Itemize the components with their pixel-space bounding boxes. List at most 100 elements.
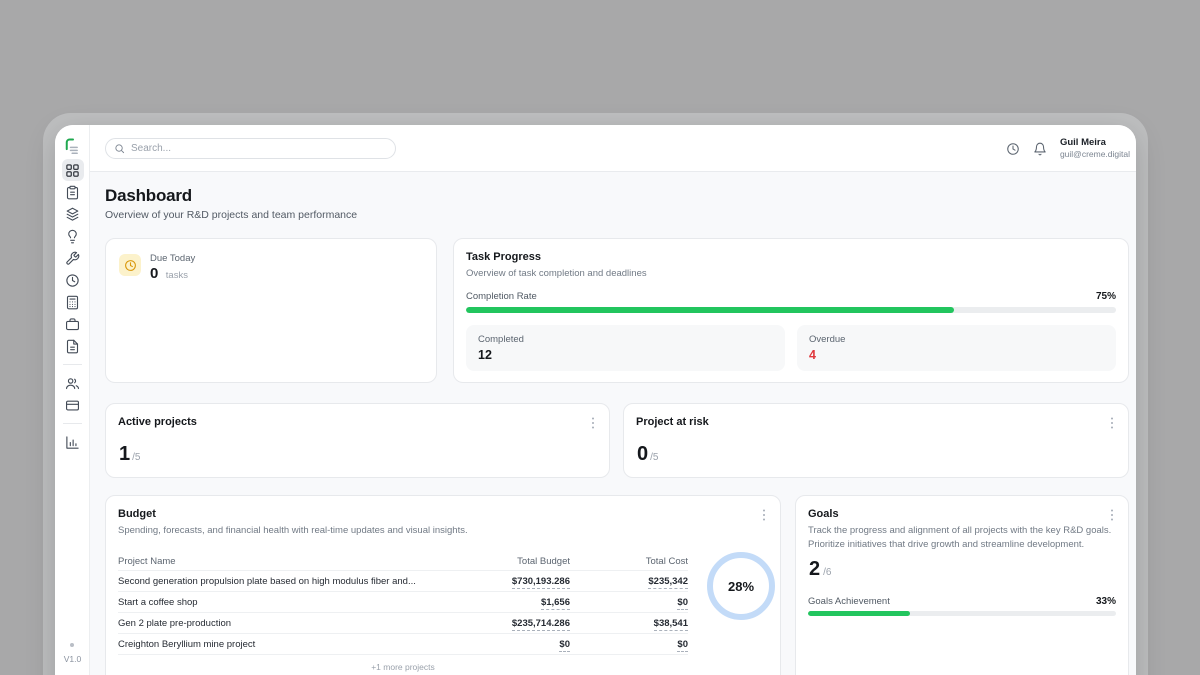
cost-value-link[interactable]: $38,541 (654, 618, 688, 631)
budget-value-link[interactable]: $0 (559, 639, 570, 652)
due-clock-icon (119, 254, 141, 276)
main-content: Dashboard Overview of your R&D projects … (90, 172, 1136, 675)
cost-value-link[interactable]: $235,342 (648, 576, 688, 589)
completed-label: Completed (478, 334, 773, 345)
task-progress-card: Task Progress Overview of task completio… (453, 238, 1129, 383)
sidebar-item-dashboard[interactable] (62, 159, 84, 181)
sidebar-item-tasks[interactable] (62, 181, 84, 203)
sidebar-item-portfolio[interactable] (62, 313, 84, 335)
team-icon (65, 376, 80, 391)
budget-table: Project Name Total Budget Total Cost Sec… (118, 552, 688, 672)
more-projects-link[interactable]: +1 more projects (118, 662, 688, 672)
project-name: Creighton Beryllium mine project (118, 639, 442, 650)
sidebar-divider (63, 364, 82, 365)
active-projects-menu-icon[interactable] (588, 416, 598, 430)
sidebar-item-time[interactable] (62, 269, 84, 291)
wrench-icon (65, 251, 80, 266)
cost-value-link[interactable]: $0 (677, 639, 688, 652)
col-project-name: Project Name (118, 556, 442, 567)
creme-logo-icon (63, 137, 83, 157)
sidebar-item-billing[interactable] (62, 394, 84, 416)
budget-table-header: Project Name Total Budget Total Cost (118, 552, 688, 571)
overdue-value: 4 (809, 348, 1104, 362)
document-icon (65, 339, 80, 354)
sidebar-item-reports[interactable] (62, 431, 84, 453)
sidebar-item-team[interactable] (62, 372, 84, 394)
table-row: Start a coffee shop $1,656 $0 (118, 592, 688, 613)
budget-ratio-value: 28% (728, 579, 754, 594)
search-input[interactable] (131, 143, 387, 154)
user-email: guil@creme.digital (1060, 149, 1130, 160)
status-dot (70, 643, 74, 647)
completion-rate-row: Completion Rate 75% (466, 291, 1116, 302)
active-projects-value: 1 (119, 443, 130, 466)
task-stats-row: Completed 12 Overdue 4 (466, 325, 1116, 371)
app-version: V1.0 (55, 654, 90, 664)
project-name: Gen 2 plate pre-production (118, 618, 442, 629)
goals-count: 2 /6 (809, 558, 831, 581)
budget-value-link[interactable]: $730,193.286 (512, 576, 570, 589)
project-at-risk-total: /5 (650, 452, 658, 463)
sidebar-item-tools[interactable] (62, 247, 84, 269)
lightbulb-icon (65, 229, 80, 244)
dashboard-grid-icon (65, 163, 80, 178)
search-box[interactable] (105, 138, 396, 159)
sidebar-item-calculator[interactable] (62, 291, 84, 313)
budget-value-link[interactable]: $1,656 (541, 597, 570, 610)
goals-achievement-row: Goals Achievement 33% (808, 596, 1116, 607)
task-progress-head: Task Progress Overview of task completio… (466, 251, 1116, 281)
project-at-risk-title: Project at risk (636, 416, 1116, 428)
project-at-risk-count: 0 /5 (637, 443, 658, 466)
task-progress-subtitle: Overview of task completion and deadline… (466, 267, 1116, 281)
search-icon (114, 143, 125, 154)
calculator-icon (65, 295, 80, 310)
billing-card-icon (65, 398, 80, 413)
budget-card: Budget Spending, forecasts, and financia… (105, 495, 781, 675)
goals-total: /6 (823, 567, 831, 578)
cost-value-link[interactable]: $0 (677, 597, 688, 610)
top-header: Guil Meira guil@creme.digital (90, 125, 1136, 172)
goals-menu-icon[interactable] (1107, 508, 1117, 522)
header-right: Guil Meira guil@creme.digital (1006, 125, 1130, 172)
completion-rate-label: Completion Rate (466, 291, 537, 302)
project-at-risk-menu-icon[interactable] (1107, 416, 1117, 430)
sidebar-item-projects[interactable] (62, 203, 84, 225)
completed-value: 12 (478, 348, 773, 362)
sidebar-nav (55, 159, 90, 453)
overdue-label: Overdue (809, 334, 1104, 345)
notifications-bell-icon[interactable] (1033, 142, 1047, 156)
sidebar-item-ideas[interactable] (62, 225, 84, 247)
user-menu[interactable]: Guil Meira guil@creme.digital (1060, 137, 1130, 160)
goals-title: Goals (808, 508, 1116, 520)
clipboard-tasks-icon (65, 185, 80, 200)
active-projects-count: 1 /5 (119, 443, 140, 466)
due-today-value: 0 (150, 265, 158, 282)
briefcase-icon (65, 317, 80, 332)
history-clock-icon[interactable] (1006, 142, 1020, 156)
sidebar-divider (63, 423, 82, 424)
goals-progress-bar (808, 611, 1116, 616)
table-row: Second generation propulsion plate based… (118, 571, 688, 592)
app-window: V1.0 Guil Meira guil@creme.digital Dashb… (55, 125, 1136, 675)
project-name: Start a coffee shop (118, 597, 442, 608)
due-today-value-row: 0 tasks (150, 265, 188, 283)
completion-rate-value: 75% (1096, 291, 1116, 302)
sidebar-item-documents[interactable] (62, 335, 84, 357)
goals-achievement-value: 33% (1096, 596, 1116, 607)
layers-icon (65, 207, 80, 222)
table-row: Creighton Beryllium mine project $0 $0 (118, 634, 688, 655)
due-today-label: Due Today (150, 253, 195, 264)
sidebar: V1.0 (55, 125, 90, 675)
completion-progress-fill (466, 307, 954, 313)
goals-value: 2 (809, 558, 820, 581)
budget-value-link[interactable]: $235,714.286 (512, 618, 570, 631)
completion-progress-bar (466, 307, 1116, 313)
budget-menu-icon[interactable] (759, 508, 769, 522)
bar-chart-icon (65, 435, 80, 450)
task-progress-title: Task Progress (466, 251, 1116, 263)
project-at-risk-value: 0 (637, 443, 648, 466)
due-today-unit: tasks (166, 270, 188, 281)
col-total-cost: Total Cost (570, 556, 688, 567)
page-subtitle: Overview of your R&D projects and team p… (105, 209, 357, 221)
budget-title: Budget (118, 508, 768, 520)
